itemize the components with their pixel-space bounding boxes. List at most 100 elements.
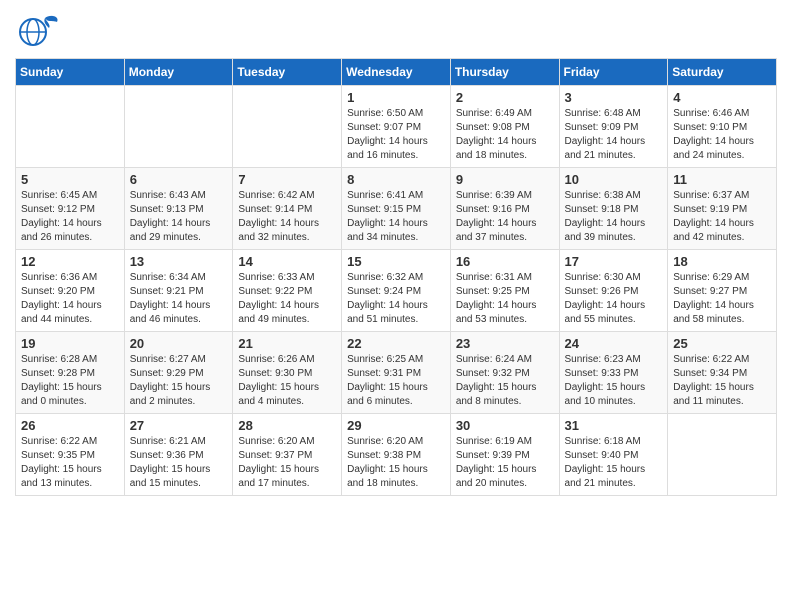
calendar-cell: 1 Sunrise: 6:50 AM Sunset: 9:07 PM Daylig… (342, 86, 451, 168)
day-detail: Sunrise: 6:20 AM Sunset: 9:38 PM Dayligh… (347, 435, 445, 491)
day-number: 17 (565, 254, 663, 269)
day-detail: Sunrise: 6:41 AM Sunset: 9:15 PM Dayligh… (347, 189, 445, 245)
calendar-cell: 13 Sunrise: 6:34 AM Sunset: 9:21 PM Dayli… (124, 250, 233, 332)
calendar-cell: 27Sunrise: 6:21 AM Sunset: 9:36 PM Dayli… (124, 414, 233, 496)
day-number: 18 (673, 254, 771, 269)
calendar-cell: 29 Sunrise: 6:20 AM Sunset: 9:38 PM Dayli… (342, 414, 451, 496)
calendar-cell: 17 Sunrise: 6:30 AM Sunset: 9:26 PM Dayli… (559, 250, 668, 332)
calendar-table: SundayMondayTuesdayWednesdayThursdayFrid… (15, 58, 777, 496)
day-number: 2 (456, 90, 554, 105)
day-detail: Sunrise: 6:39 AM Sunset: 9:16 PM Dayligh… (456, 189, 554, 245)
day-number: 30 (456, 418, 554, 433)
day-detail: Sunrise: 6:24 AM Sunset: 9:32 PM Dayligh… (456, 353, 554, 409)
day-detail: Sunrise: 6:20 AM Sunset: 9:37 PM Dayligh… (238, 435, 336, 491)
day-number: 16 (456, 254, 554, 269)
calendar-week-row: 5 Sunrise: 6:45 AM Sunset: 9:12 PM Daylig… (16, 168, 777, 250)
day-number: 22 (347, 336, 445, 351)
calendar-cell: 20 Sunrise: 6:27 AM Sunset: 9:29 PM Dayli… (124, 332, 233, 414)
calendar-week-row: 1 Sunrise: 6:50 AM Sunset: 9:07 PM Daylig… (16, 86, 777, 168)
day-detail: Sunrise: 6:37 AM Sunset: 9:19 PM Dayligh… (673, 189, 771, 245)
day-number: 7 (238, 172, 336, 187)
day-detail: Sunrise: 6:23 AM Sunset: 9:33 PM Dayligh… (565, 353, 663, 409)
calendar-cell: 31 Sunrise: 6:18 AM Sunset: 9:40 PM Dayli… (559, 414, 668, 496)
calendar-cell: 24Sunrise: 6:23 AM Sunset: 9:33 PM Dayli… (559, 332, 668, 414)
day-detail: Sunrise: 6:29 AM Sunset: 9:27 PM Dayligh… (673, 271, 771, 327)
day-number: 14 (238, 254, 336, 269)
logo (15, 10, 69, 50)
calendar-cell: 3 Sunrise: 6:48 AM Sunset: 9:09 PM Daylig… (559, 86, 668, 168)
day-detail: Sunrise: 6:30 AM Sunset: 9:26 PM Dayligh… (565, 271, 663, 327)
day-number: 3 (565, 90, 663, 105)
calendar-cell: 19 Sunrise: 6:28 AM Sunset: 9:28 PM Dayli… (16, 332, 125, 414)
day-number: 26 (21, 418, 119, 433)
day-detail: Sunrise: 6:27 AM Sunset: 9:29 PM Dayligh… (130, 353, 228, 409)
day-detail: Sunrise: 6:49 AM Sunset: 9:08 PM Dayligh… (456, 107, 554, 163)
day-number: 12 (21, 254, 119, 269)
header-tuesday: Tuesday (233, 59, 342, 86)
day-detail: Sunrise: 6:28 AM Sunset: 9:28 PM Dayligh… (21, 353, 119, 409)
day-number: 29 (347, 418, 445, 433)
day-number: 10 (565, 172, 663, 187)
calendar-cell (233, 86, 342, 168)
calendar-cell: 15 Sunrise: 6:32 AM Sunset: 9:24 PM Dayli… (342, 250, 451, 332)
day-number: 31 (565, 418, 663, 433)
calendar-cell: 10 Sunrise: 6:38 AM Sunset: 9:18 PM Dayli… (559, 168, 668, 250)
calendar-cell: 5 Sunrise: 6:45 AM Sunset: 9:12 PM Daylig… (16, 168, 125, 250)
calendar-cell (16, 86, 125, 168)
header-saturday: Saturday (668, 59, 777, 86)
calendar-week-row: 12 Sunrise: 6:36 AM Sunset: 9:20 PM Dayli… (16, 250, 777, 332)
day-number: 1 (347, 90, 445, 105)
day-detail: Sunrise: 6:43 AM Sunset: 9:13 PM Dayligh… (130, 189, 228, 245)
calendar-cell: 21 Sunrise: 6:26 AM Sunset: 9:30 PM Dayli… (233, 332, 342, 414)
day-detail: Sunrise: 6:46 AM Sunset: 9:10 PM Dayligh… (673, 107, 771, 163)
day-detail: Sunrise: 6:50 AM Sunset: 9:07 PM Dayligh… (347, 107, 445, 163)
day-number: 5 (21, 172, 119, 187)
calendar-cell: 6 Sunrise: 6:43 AM Sunset: 9:13 PM Daylig… (124, 168, 233, 250)
logo-graphic (15, 10, 65, 50)
day-detail: Sunrise: 6:32 AM Sunset: 9:24 PM Dayligh… (347, 271, 445, 327)
calendar-cell: 2 Sunrise: 6:49 AM Sunset: 9:08 PM Daylig… (450, 86, 559, 168)
day-detail: Sunrise: 6:45 AM Sunset: 9:12 PM Dayligh… (21, 189, 119, 245)
day-detail: Sunrise: 6:36 AM Sunset: 9:20 PM Dayligh… (21, 271, 119, 327)
day-detail: Sunrise: 6:22 AM Sunset: 9:35 PM Dayligh… (21, 435, 119, 491)
day-number: 25 (673, 336, 771, 351)
day-number: 9 (456, 172, 554, 187)
calendar-cell: 7 Sunrise: 6:42 AM Sunset: 9:14 PM Daylig… (233, 168, 342, 250)
calendar-week-row: 26 Sunrise: 6:22 AM Sunset: 9:35 PM Dayli… (16, 414, 777, 496)
day-detail: Sunrise: 6:42 AM Sunset: 9:14 PM Dayligh… (238, 189, 336, 245)
calendar-cell: 28 Sunrise: 6:20 AM Sunset: 9:37 PM Dayli… (233, 414, 342, 496)
day-number: 28 (238, 418, 336, 433)
header-sunday: Sunday (16, 59, 125, 86)
calendar-cell: 30Sunrise: 6:19 AM Sunset: 9:39 PM Dayli… (450, 414, 559, 496)
day-detail: Sunrise: 6:48 AM Sunset: 9:09 PM Dayligh… (565, 107, 663, 163)
calendar-cell: 22Sunrise: 6:25 AM Sunset: 9:31 PM Dayli… (342, 332, 451, 414)
calendar-cell (124, 86, 233, 168)
day-number: 20 (130, 336, 228, 351)
day-number: 6 (130, 172, 228, 187)
day-detail: Sunrise: 6:31 AM Sunset: 9:25 PM Dayligh… (456, 271, 554, 327)
calendar-cell: 16 Sunrise: 6:31 AM Sunset: 9:25 PM Dayli… (450, 250, 559, 332)
header-wednesday: Wednesday (342, 59, 451, 86)
header-monday: Monday (124, 59, 233, 86)
day-number: 15 (347, 254, 445, 269)
header-friday: Friday (559, 59, 668, 86)
calendar-cell: 23 Sunrise: 6:24 AM Sunset: 9:32 PM Dayli… (450, 332, 559, 414)
calendar-week-row: 19 Sunrise: 6:28 AM Sunset: 9:28 PM Dayli… (16, 332, 777, 414)
day-detail: Sunrise: 6:34 AM Sunset: 9:21 PM Dayligh… (130, 271, 228, 327)
calendar-cell: 4 Sunrise: 6:46 AM Sunset: 9:10 PM Daylig… (668, 86, 777, 168)
calendar-cell: 11Sunrise: 6:37 AM Sunset: 9:19 PM Dayli… (668, 168, 777, 250)
day-detail: Sunrise: 6:38 AM Sunset: 9:18 PM Dayligh… (565, 189, 663, 245)
calendar-cell: 26 Sunrise: 6:22 AM Sunset: 9:35 PM Dayli… (16, 414, 125, 496)
day-number: 21 (238, 336, 336, 351)
calendar-cell: 18 Sunrise: 6:29 AM Sunset: 9:27 PM Dayli… (668, 250, 777, 332)
day-number: 4 (673, 90, 771, 105)
day-detail: Sunrise: 6:18 AM Sunset: 9:40 PM Dayligh… (565, 435, 663, 491)
day-detail: Sunrise: 6:26 AM Sunset: 9:30 PM Dayligh… (238, 353, 336, 409)
calendar-cell: 14Sunrise: 6:33 AM Sunset: 9:22 PM Dayli… (233, 250, 342, 332)
day-number: 13 (130, 254, 228, 269)
day-number: 19 (21, 336, 119, 351)
day-number: 27 (130, 418, 228, 433)
calendar-header-row: SundayMondayTuesdayWednesdayThursdayFrid… (16, 59, 777, 86)
day-detail: Sunrise: 6:22 AM Sunset: 9:34 PM Dayligh… (673, 353, 771, 409)
day-number: 23 (456, 336, 554, 351)
